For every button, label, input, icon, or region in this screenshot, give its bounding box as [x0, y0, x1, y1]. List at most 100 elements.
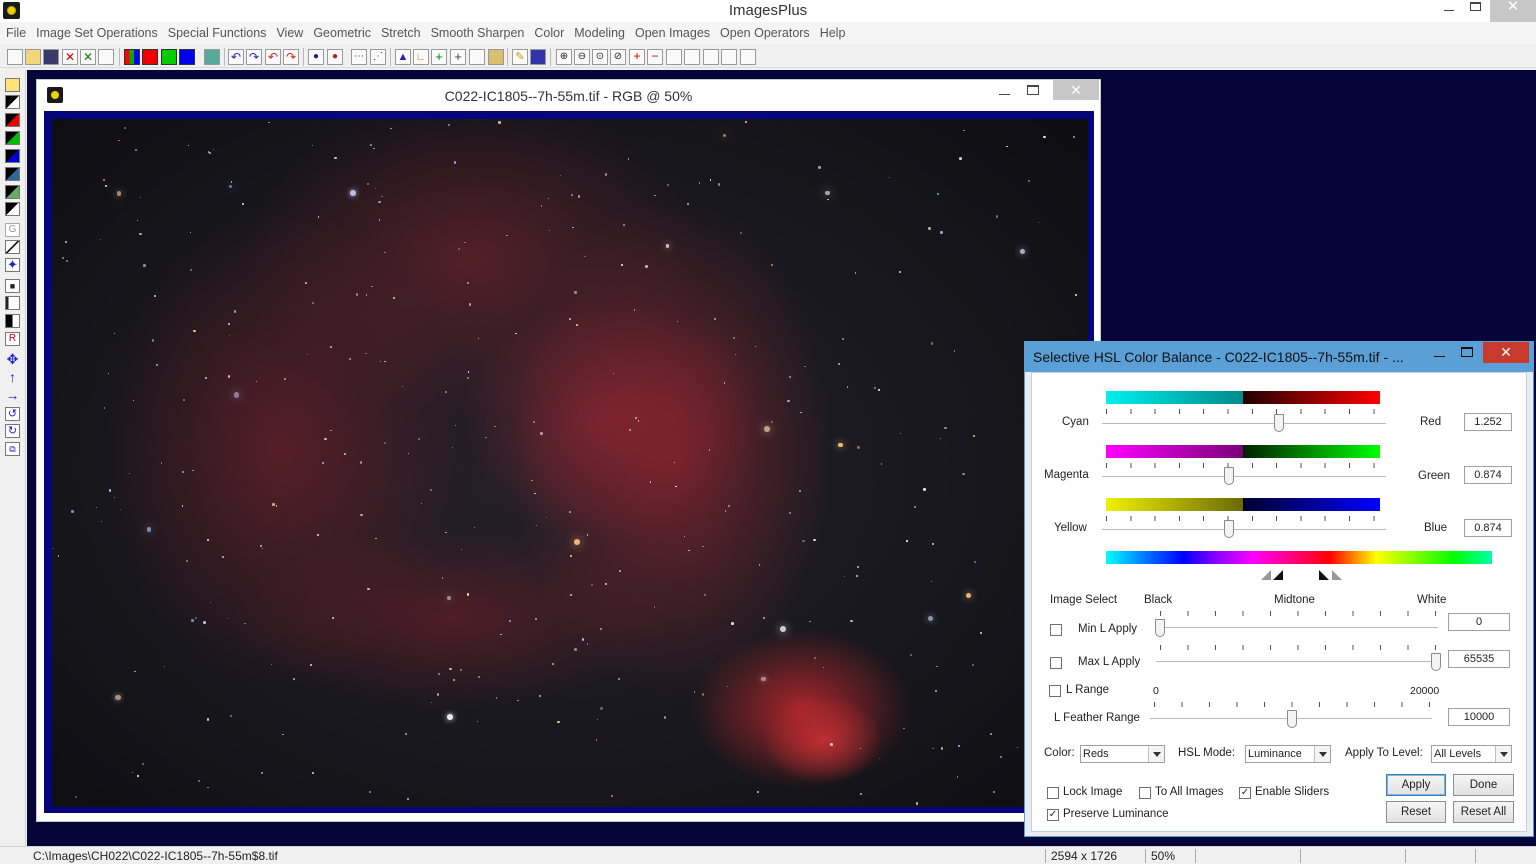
chevron-down-icon[interactable]	[1148, 746, 1164, 762]
red-value-field[interactable]: 1.252	[1464, 413, 1512, 431]
hue-inner-left-marker[interactable]	[1273, 570, 1283, 580]
cyan-red-track[interactable]	[1102, 423, 1386, 425]
tool-mask-icon[interactable]	[5, 185, 20, 199]
maximize-button[interactable]	[1460, 0, 1490, 22]
hue-outer-right-marker[interactable]	[1332, 570, 1342, 580]
chevron-down-icon[interactable]	[1495, 746, 1511, 762]
menu-file[interactable]: File	[2, 22, 30, 44]
preserve-luminance-checkbox[interactable]: ✓	[1047, 809, 1059, 821]
menu-view[interactable]: View	[272, 22, 307, 44]
max-l-apply-checkbox[interactable]	[1050, 657, 1062, 669]
tool-rotate-left-icon[interactable]: ↺	[5, 407, 20, 421]
yellow-blue-track[interactable]	[1102, 529, 1386, 531]
palette-icon[interactable]	[530, 49, 546, 65]
red-channel-icon[interactable]	[142, 49, 158, 65]
menu-color[interactable]: Color	[530, 22, 568, 44]
yellow-blue-slider[interactable]	[1224, 520, 1235, 538]
frame-3-icon[interactable]	[703, 49, 719, 65]
reset-all-button[interactable]: Reset All	[1453, 801, 1514, 823]
cyan-red-slider[interactable]	[1273, 414, 1284, 432]
add-icon[interactable]: +	[629, 49, 645, 65]
green-channel-icon[interactable]	[161, 49, 177, 65]
min-l-slider[interactable]	[1155, 619, 1165, 637]
dots-icon[interactable]: ⋯	[351, 49, 367, 65]
color-select[interactable]: Reds	[1080, 745, 1165, 763]
tool-rotate-right-icon[interactable]: ↻	[5, 424, 20, 438]
l-feather-value-field[interactable]: 10000	[1448, 708, 1510, 726]
l-range-checkbox[interactable]	[1049, 685, 1061, 697]
redo-all-icon[interactable]: ↷	[283, 49, 299, 65]
done-button[interactable]: Done	[1453, 774, 1514, 796]
tool-channel-icon[interactable]	[5, 167, 20, 181]
subtract-icon[interactable]: −	[647, 49, 663, 65]
histogram-icon[interactable]: ▲	[395, 49, 411, 65]
hsl-mode-select[interactable]: Luminance	[1245, 745, 1331, 763]
menu-modeling[interactable]: Modeling	[570, 22, 629, 44]
image-maximize-button[interactable]	[1027, 85, 1039, 95]
new-icon[interactable]	[7, 49, 23, 65]
redo-icon[interactable]: ↷	[246, 49, 262, 65]
magenta-green-slider[interactable]	[1224, 467, 1235, 485]
tool-copy-icon[interactable]: ⧉	[5, 442, 20, 456]
dialog-close-button[interactable]: ✕	[1483, 342, 1529, 363]
image-window-titlebar[interactable]: C022-IC1805--7h-55m.tif - RGB @ 50% ✕	[37, 80, 1100, 110]
min-l-track[interactable]	[1156, 627, 1438, 629]
l-feather-slider[interactable]	[1287, 710, 1297, 728]
hue-spectrum[interactable]	[1106, 551, 1492, 564]
grid-icon[interactable]	[204, 49, 220, 65]
zoom-fit-icon[interactable]: ⊙	[592, 49, 608, 65]
tool-box-icon[interactable]: ■	[5, 279, 20, 293]
green-value-field[interactable]: 0.874	[1464, 466, 1512, 484]
undo-all-icon[interactable]: ↶	[265, 49, 281, 65]
hsl-dialog[interactable]: Selective HSL Color Balance - C022-IC180…	[1024, 341, 1534, 837]
max-l-slider[interactable]	[1431, 653, 1441, 671]
image-info-icon[interactable]	[488, 49, 504, 65]
apply-to-level-select[interactable]: All Levels	[1431, 745, 1512, 763]
tool-line-icon[interactable]	[5, 240, 20, 254]
blue-value-field[interactable]: 0.874	[1464, 519, 1512, 537]
frame-4-icon[interactable]	[721, 49, 737, 65]
hue-inner-right-marker[interactable]	[1319, 570, 1329, 580]
apply-button[interactable]: Apply	[1386, 774, 1446, 796]
zoom-out-icon[interactable]: ⊖	[574, 49, 590, 65]
close-image-icon[interactable]: ✕	[62, 49, 78, 65]
image-minimize-button[interactable]	[999, 94, 1010, 95]
tool-save-icon[interactable]	[5, 78, 20, 92]
menu-smooth-sharpen[interactable]: Smooth Sharpen	[427, 22, 529, 44]
dialog-minimize-button[interactable]	[1434, 356, 1445, 357]
tool-bw-icon[interactable]	[5, 95, 20, 109]
curve-icon[interactable]: ∟	[413, 49, 429, 65]
tool-right-icon[interactable]: →	[5, 388, 20, 403]
min-l-value-field[interactable]: 0	[1448, 613, 1510, 631]
tool-bars-icon[interactable]	[5, 296, 20, 310]
lock-image-checkbox[interactable]	[1047, 787, 1059, 799]
rgb-channel-icon[interactable]	[124, 49, 140, 65]
reset-button[interactable]: Reset	[1386, 801, 1446, 823]
zoom-actual-icon[interactable]: ⊘	[610, 49, 626, 65]
pencil-icon[interactable]: ✎	[512, 49, 528, 65]
open-icon[interactable]	[25, 49, 41, 65]
crosshair-icon[interactable]: +	[431, 49, 447, 65]
nebula-image[interactable]	[52, 119, 1088, 807]
frame-icon[interactable]	[666, 49, 682, 65]
max-l-value-field[interactable]: 65535	[1448, 650, 1510, 668]
save-icon[interactable]	[43, 49, 59, 65]
menu-open-operators[interactable]: Open Operators	[716, 22, 814, 44]
min-l-apply-checkbox[interactable]	[1050, 624, 1062, 636]
tool-up-icon[interactable]: ↑	[5, 370, 20, 385]
dialog-maximize-button[interactable]	[1461, 347, 1473, 357]
menu-stretch[interactable]: Stretch	[377, 22, 425, 44]
blank-icon[interactable]	[469, 49, 485, 65]
target-icon[interactable]: ●	[327, 49, 343, 65]
dialog-titlebar[interactable]: Selective HSL Color Balance - C022-IC180…	[1025, 342, 1533, 372]
tool-g-icon[interactable]: G	[5, 223, 20, 237]
menu-help[interactable]: Help	[816, 22, 850, 44]
frame-2-icon[interactable]	[684, 49, 700, 65]
to-all-images-checkbox[interactable]	[1139, 787, 1151, 799]
cross-icon[interactable]: +	[450, 49, 466, 65]
tool-split-icon[interactable]	[5, 314, 20, 328]
menu-special-functions[interactable]: Special Functions	[164, 22, 271, 44]
image-close-button[interactable]: ✕	[1053, 80, 1099, 100]
menu-image-set-operations[interactable]: Image Set Operations	[32, 22, 162, 44]
chevron-down-icon[interactable]	[1314, 746, 1330, 762]
